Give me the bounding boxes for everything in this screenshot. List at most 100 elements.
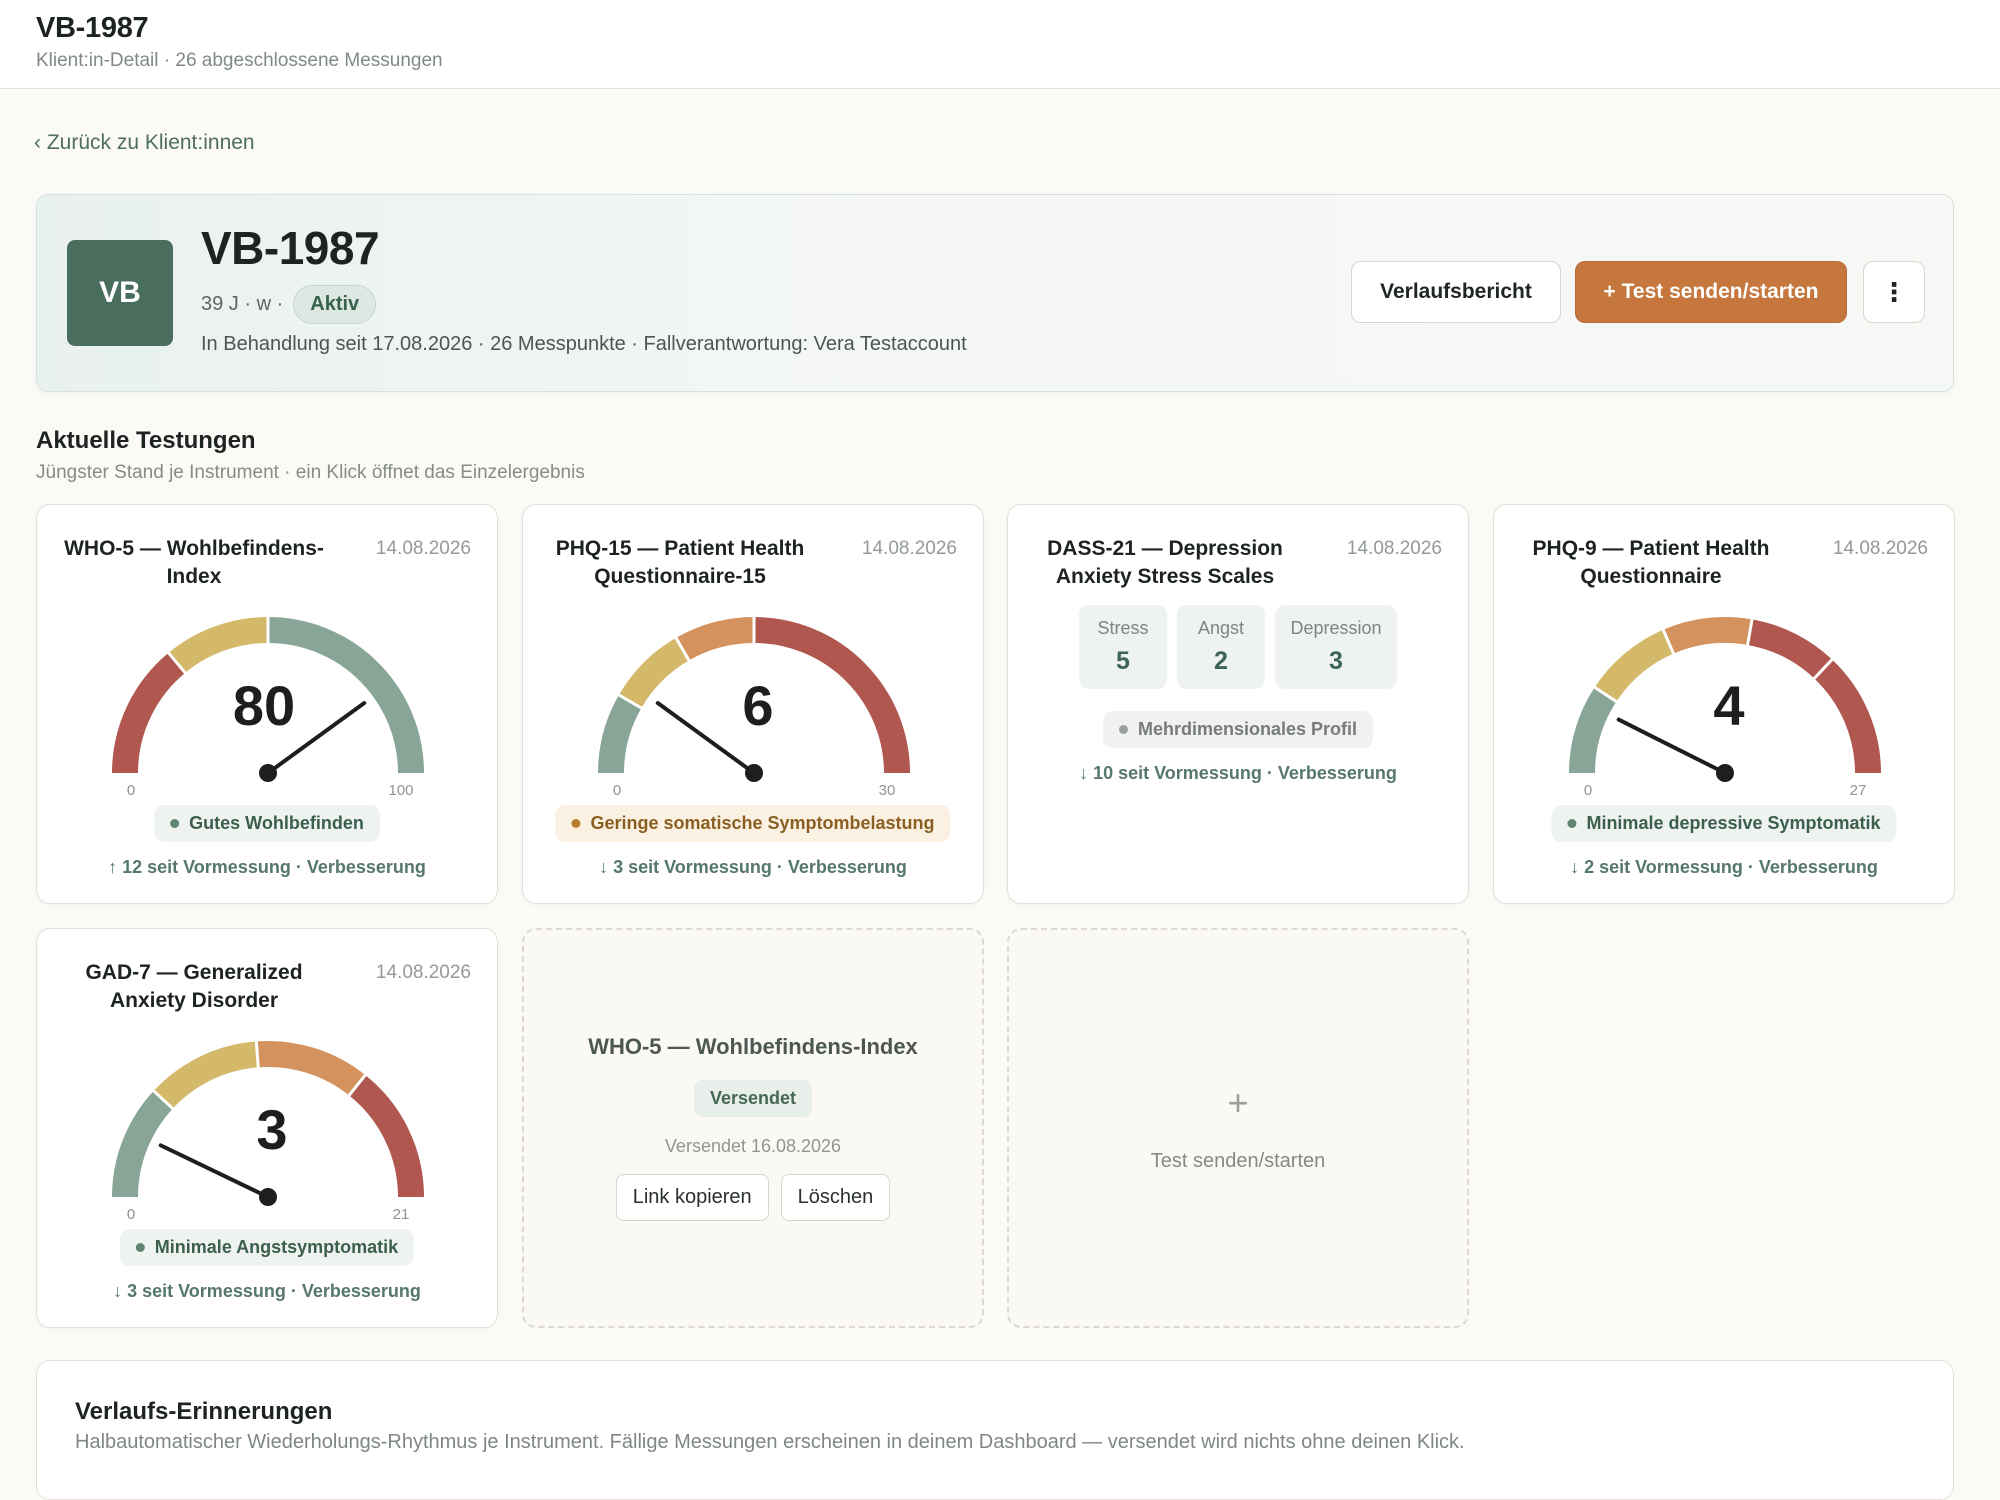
subscale-depression: Depression 3 <box>1275 605 1397 689</box>
pending-actions: Link kopieren Löschen <box>524 1174 982 1221</box>
gauge-hub <box>745 764 763 782</box>
card-title: PHQ-9 — Patient Health Questionnaire <box>1532 537 1770 588</box>
gauge-max-label: 21 <box>393 1206 410 1223</box>
progress-report-button[interactable]: Verlaufsbericht <box>1351 261 1561 323</box>
gauge-score: 6 <box>742 674 773 737</box>
gauge-segment-orange <box>256 1041 366 1096</box>
client-meta: 39 J · w · Aktiv <box>201 285 377 324</box>
more-vertical-icon: ⋮ <box>1881 276 1907 307</box>
send-test-button[interactable]: + Test senden/starten <box>1575 261 1847 323</box>
gauge-score: 3 <box>256 1098 287 1161</box>
test-card-phq15[interactable]: PHQ-15 — Patient Health Questionnaire-15… <box>522 504 984 904</box>
add-test-card[interactable]: + Test senden/starten <box>1007 928 1469 1328</box>
subscale-stress: Stress 5 <box>1079 605 1167 689</box>
card-title: PHQ-15 — Patient Health Questionnaire-15 <box>555 537 805 588</box>
gauge-min-label: 0 <box>127 1206 135 1223</box>
status-label: Mehrdimensionales Profil <box>1137 719 1358 739</box>
status-dot <box>135 1243 145 1252</box>
gauge-segment-red <box>348 1075 424 1198</box>
gauge-min-label: 0 <box>1584 782 1592 799</box>
pending-test-card: WHO-5 — Wohlbefindens-Index Versendet Ve… <box>522 928 984 1328</box>
gauge-score: 4 <box>1713 674 1744 737</box>
gauge-chart: 3 0 21 <box>112 1040 424 1223</box>
gauge-hub <box>259 1188 277 1206</box>
status-label: Gutes Wohlbefinden <box>189 813 364 833</box>
test-card-gad7[interactable]: GAD-7 — Generalized Anxiety Disorder 14.… <box>36 928 498 1328</box>
gauge-segment-yellow <box>1594 629 1674 702</box>
gauge-max-label: 30 <box>879 782 896 799</box>
test-card-dass21[interactable]: DASS-21 — Depression Anxiety Stress Scal… <box>1007 504 1469 904</box>
add-test-label: Test senden/starten <box>1150 1150 1326 1172</box>
sent-date: Versendet 16.08.2026 <box>664 1136 842 1156</box>
subscale-value: 2 <box>1214 647 1228 675</box>
delete-button[interactable]: Löschen <box>780 1174 891 1221</box>
plus-icon: + <box>1227 1082 1249 1123</box>
gauge-hub <box>259 764 277 782</box>
status-badge: Aktiv <box>293 285 377 324</box>
subscale-label: Depression <box>1290 618 1382 638</box>
section-subtitle: Jüngster Stand je Instrument · ein Klick… <box>36 462 585 483</box>
card-date: 14.08.2026 <box>1832 538 1928 559</box>
status-pill: Geringe somatische Symptombelastung <box>555 805 951 842</box>
gauge-chart: 4 0 27 <box>1569 617 1881 799</box>
subscale-value: 5 <box>1116 647 1130 675</box>
page-title: VB-1987 <box>36 12 149 44</box>
client-info: In Behandlung seit 17.08.2026 · 26 Messp… <box>201 333 967 355</box>
sent-status-badge: Versendet <box>693 1080 813 1117</box>
gauge-max-label: 27 <box>1850 782 1867 799</box>
card-date: 14.08.2026 <box>1346 538 1442 559</box>
subscale-value: 3 <box>1329 647 1343 675</box>
page-subtitle: Klient:in-Detail · 26 abgeschlossene Mes… <box>36 50 443 71</box>
copy-link-button[interactable]: Link kopieren <box>615 1174 769 1221</box>
gauge-needle <box>655 701 756 775</box>
status-dot <box>1567 819 1577 828</box>
top-header: VB-1987 Klient:in-Detail · 26 abgeschlos… <box>0 0 2000 89</box>
subscale-label: Angst <box>1197 618 1245 638</box>
section-title: Aktuelle Testungen <box>36 427 256 454</box>
status-label: Minimale Angstsymptomatik <box>154 1237 399 1257</box>
status-pill: Mehrdimensionales Profil <box>1102 711 1374 748</box>
card-date: 14.08.2026 <box>375 538 471 559</box>
avatar: VB <box>67 240 173 346</box>
gauge-segment-orange <box>676 617 755 661</box>
status-pill: Gutes Wohlbefinden <box>154 805 380 842</box>
status-dot <box>1118 725 1128 734</box>
gauge-score: 80 <box>233 674 295 737</box>
gauge-hub <box>1716 764 1734 782</box>
reminders-panel: Verlaufs-Erinnerungen Halbautomatischer … <box>36 1360 1954 1500</box>
gauge-segment-orange <box>1663 617 1753 654</box>
test-card-who5[interactable]: WHO-5 — Wohlbefindens-Index 14.08.2026 8… <box>36 504 498 904</box>
subscale-label: Stress <box>1097 618 1149 638</box>
back-link[interactable]: ‹ Zurück zu Klient:innen <box>34 131 255 155</box>
gauge-segment-red <box>1747 619 1833 679</box>
gauge-segment-yellow <box>153 1041 259 1109</box>
status-label: Minimale depressive Symptomatik <box>1586 813 1881 833</box>
test-card-phq9[interactable]: PHQ-9 — Patient Health Questionnaire 14.… <box>1493 504 1955 904</box>
card-date: 14.08.2026 <box>375 962 471 983</box>
more-options-button[interactable]: ⋮ <box>1863 261 1925 323</box>
gauge-chart: 6 0 30 <box>598 616 910 799</box>
change-note: ↑ 12 seit Vormessung · Verbesserung <box>108 857 426 877</box>
card-title: DASS-21 — Depression Anxiety Stress Scal… <box>1047 537 1283 588</box>
gauge-segment-green <box>112 1090 173 1198</box>
status-pill: Minimale Angstsymptomatik <box>119 1229 415 1266</box>
gauge-chart: 80 0 100 <box>112 616 424 799</box>
card-date: 14.08.2026 <box>861 538 957 559</box>
gauge-min-label: 0 <box>613 782 621 799</box>
gauge-segment-yellow <box>618 637 690 709</box>
gauge-segment-green <box>1569 687 1617 774</box>
change-note: ↓ 3 seit Vormessung · Verbesserung <box>113 1281 421 1301</box>
change-note: ↓ 10 seit Vormessung · Verbesserung <box>1079 763 1397 783</box>
gauge-min-label: 0 <box>127 782 135 799</box>
card-title: WHO-5 — Wohlbefindens-Index <box>64 537 324 588</box>
pending-test-title: WHO-5 — Wohlbefindens-Index <box>588 1034 918 1059</box>
gauge-segment-green <box>598 695 642 774</box>
client-name: VB-1987 <box>201 222 380 274</box>
gauge-segment-yellow <box>168 617 269 674</box>
gauge-segment-red <box>753 617 910 774</box>
gauge-separator <box>254 1040 260 1069</box>
status-dot <box>170 819 180 828</box>
subscale-angst: Angst 2 <box>1177 605 1265 689</box>
reminders-subtitle: Halbautomatischer Wiederholungs-Rhythmus… <box>75 1431 1465 1453</box>
status-dot <box>571 819 581 828</box>
